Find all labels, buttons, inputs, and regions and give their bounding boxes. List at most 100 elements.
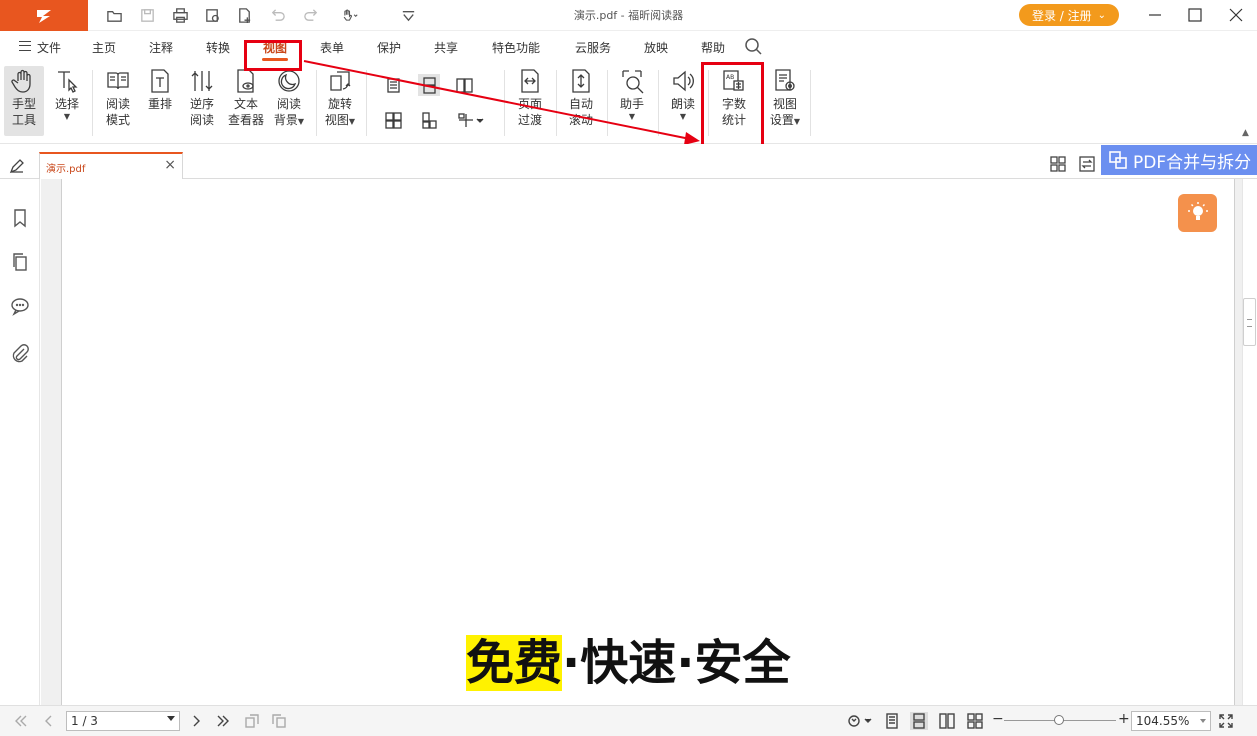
chevron-down-icon: ⌄ — [1097, 9, 1107, 21]
document-tab-label: 演示.pdf — [46, 164, 86, 175]
hand-tool-button[interactable]: 手型 工具 — [4, 66, 44, 136]
document-tab[interactable]: 演示.pdf × — [39, 152, 183, 179]
hand-dropdown-icon[interactable] — [335, 4, 363, 26]
open-folder-icon[interactable] — [102, 4, 126, 26]
new-file-icon[interactable] — [232, 4, 256, 26]
next-page-icon[interactable] — [187, 712, 205, 730]
assistant-button[interactable]: 助手 ▼ — [614, 66, 650, 121]
read-background-button[interactable]: 阅读 背景▼ — [270, 66, 308, 130]
previous-page-icon[interactable] — [40, 712, 58, 730]
text-viewer-button[interactable]: 文本 查看器 — [226, 66, 266, 128]
menu-form[interactable]: 表单 — [320, 39, 344, 56]
zoom-out-button[interactable]: − — [992, 711, 1004, 727]
continuous-facing-view-icon[interactable] — [966, 712, 984, 730]
dropdown-arrow-icon — [1200, 719, 1206, 723]
select-button[interactable]: 选择 ▼ — [50, 66, 84, 121]
undo-icon[interactable] — [265, 4, 289, 26]
separator — [366, 70, 367, 136]
pages-icon[interactable] — [10, 252, 30, 272]
continuous-page-icon[interactable] — [418, 74, 440, 96]
switch-icon[interactable] — [1079, 156, 1097, 174]
zoom-slider-knob[interactable] — [1054, 715, 1064, 725]
read-aloud-button[interactable]: 朗读 ▼ — [665, 66, 701, 121]
view-settings-icon — [771, 66, 799, 96]
comment-icon[interactable] — [10, 296, 30, 316]
close-window-button[interactable] — [1222, 4, 1250, 26]
lightbulb-icon[interactable] — [1178, 194, 1217, 232]
pdf-page — [61, 179, 1235, 705]
app-logo[interactable] — [0, 0, 88, 31]
auto-scroll-icon — [567, 66, 595, 96]
maximize-icon — [1188, 8, 1202, 22]
reverse-read-icon — [188, 66, 216, 96]
pen-icon[interactable] — [8, 157, 26, 178]
dropdown-arrow-icon — [167, 716, 175, 721]
hamburger-icon[interactable] — [19, 41, 31, 51]
customize-toolbar-icon[interactable] — [396, 4, 420, 26]
separator — [607, 70, 608, 136]
pdf-merge-split-banner[interactable]: PDF合并与拆分 — [1101, 145, 1257, 175]
last-page-icon[interactable] — [214, 712, 232, 730]
print-icon[interactable] — [168, 4, 192, 26]
scrollbar-thumb[interactable] — [1243, 298, 1256, 346]
login-button[interactable]: 登录 / 注册 ⌄ — [1019, 4, 1119, 26]
separator — [810, 70, 811, 136]
attachment-icon[interactable] — [10, 343, 30, 363]
menu-help[interactable]: 帮助 — [701, 39, 725, 56]
close-icon[interactable]: × — [164, 157, 176, 173]
save-icon[interactable] — [135, 4, 159, 26]
ribbon-collapse-icon[interactable]: ▲ — [1242, 128, 1249, 138]
page-transition-button[interactable]: 页面 过渡 — [512, 66, 548, 128]
banner-label: PDF合并与拆分 — [1133, 152, 1252, 173]
separator — [556, 70, 557, 136]
menu-home[interactable]: 主页 — [92, 39, 116, 56]
split-view-icon[interactable] — [453, 109, 489, 131]
slogan-rest: ·快速·安全 — [562, 635, 791, 691]
menu-convert[interactable]: 转换 — [206, 39, 230, 56]
caret-down-icon: ▼ — [348, 117, 356, 126]
menu-protect[interactable]: 保护 — [377, 39, 401, 56]
search-icon[interactable] — [744, 37, 762, 55]
fullscreen-icon[interactable] — [1217, 712, 1235, 730]
single-page-icon[interactable] — [382, 74, 404, 96]
reading-mode-dropdown-icon[interactable] — [846, 712, 874, 730]
redo-icon[interactable] — [299, 4, 323, 26]
first-page-icon[interactable] — [12, 712, 30, 730]
grid-view-icon[interactable] — [1050, 156, 1068, 174]
maximize-button[interactable] — [1181, 4, 1209, 26]
caret-down-icon: ▼ — [63, 112, 71, 121]
zoom-value: 104.55% — [1136, 714, 1190, 728]
scan-icon[interactable] — [200, 4, 224, 26]
single-page-view-icon[interactable] — [883, 712, 901, 730]
rotate-view-button[interactable]: 旋转 视图▼ — [321, 66, 359, 130]
highlight-box-view-tab — [244, 40, 302, 71]
zoom-in-button[interactable]: + — [1118, 711, 1130, 727]
cover-page-icon[interactable] — [418, 109, 440, 131]
facing-view-icon[interactable] — [938, 712, 956, 730]
view-settings-button[interactable]: 视图 设置▼ — [765, 66, 805, 130]
menu-share[interactable]: 共享 — [434, 39, 458, 56]
reflow-button[interactable]: 重排 — [143, 66, 177, 112]
zoom-input[interactable]: 104.55% — [1131, 711, 1211, 731]
menu-file[interactable]: 文件 — [37, 39, 61, 56]
minimize-icon — [1149, 14, 1161, 16]
minimize-button[interactable] — [1141, 4, 1169, 26]
login-label: 登录 / 注册 — [1031, 8, 1092, 23]
page-number-input[interactable]: 1 / 3 — [66, 711, 180, 731]
continuous-facing-icon[interactable] — [382, 109, 404, 131]
auto-scroll-button[interactable]: 自动 滚动 — [563, 66, 599, 128]
continuous-view-icon[interactable] — [910, 712, 928, 730]
facing-pages-icon[interactable] — [453, 74, 475, 96]
reflow-icon — [146, 66, 174, 96]
bookmark-icon[interactable] — [10, 208, 30, 228]
menu-comment[interactable]: 注释 — [149, 39, 173, 56]
vertical-scrollbar[interactable] — [1242, 179, 1257, 705]
read-mode-button[interactable]: 阅读 模式 — [101, 66, 135, 128]
menu-slideshow[interactable]: 放映 — [644, 39, 668, 56]
reverse-read-button[interactable]: 逆序 阅读 — [185, 66, 219, 128]
next-view-icon[interactable] — [270, 712, 288, 730]
menu-cloud[interactable]: 云服务 — [575, 39, 611, 56]
menu-features[interactable]: 特色功能 — [492, 39, 540, 56]
previous-view-icon[interactable] — [243, 712, 261, 730]
highlight-box-word-count — [701, 62, 764, 153]
